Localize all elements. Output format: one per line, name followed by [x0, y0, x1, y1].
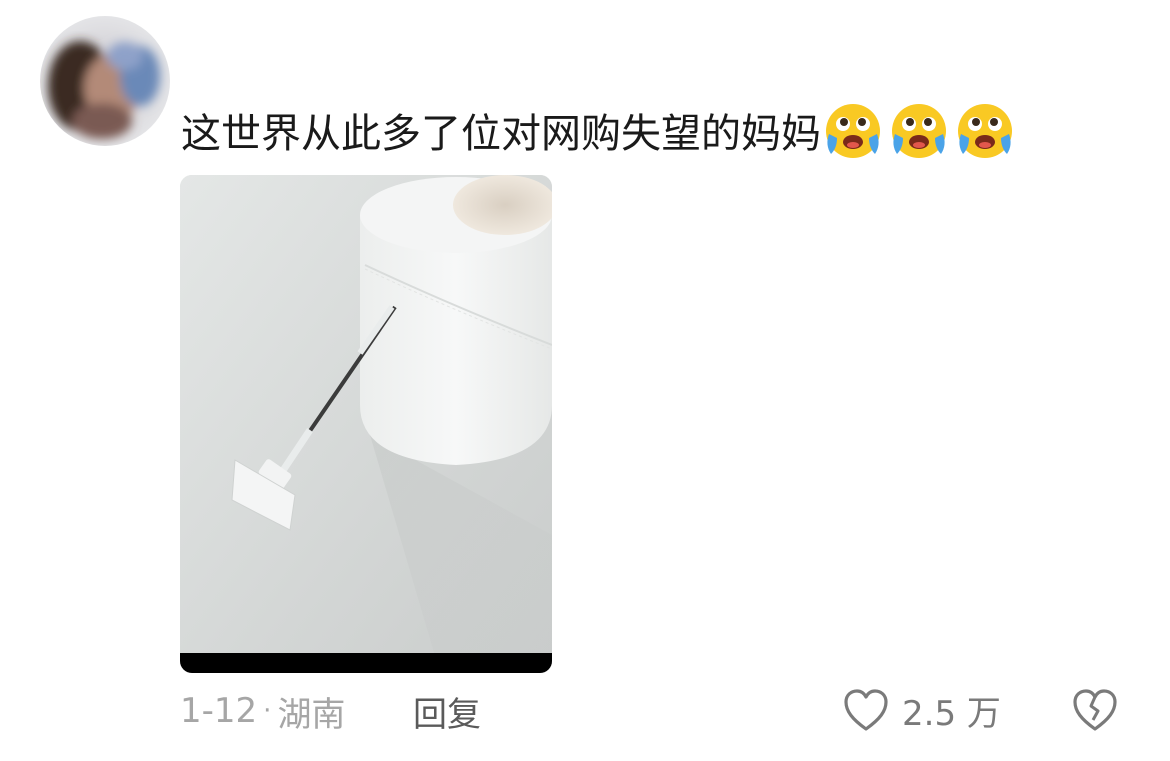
comment-photo[interactable]	[180, 175, 552, 673]
reply-button[interactable]: 回复	[413, 686, 481, 736]
user-avatar[interactable]	[40, 16, 170, 146]
like-count: 2.5 万	[902, 693, 1001, 734]
avatar-image	[40, 16, 170, 146]
dislike-button[interactable]	[1070, 684, 1120, 734]
crying-face-icon	[889, 100, 949, 160]
reply-label: 回复	[413, 694, 481, 735]
meta-separator: ·	[263, 696, 272, 726]
crying-face-icon	[955, 100, 1015, 160]
comment-text: 这世界从此多了位对网购失望的妈妈	[181, 111, 821, 157]
toilet-paper-mop-image	[180, 175, 552, 673]
like-button[interactable]: 2.5 万	[842, 684, 1001, 736]
comment-date: 1-12	[180, 691, 258, 731]
heart-icon	[844, 689, 888, 731]
comment-content: 这世界从此多了位对网购失望的妈妈	[181, 100, 1015, 160]
emoji-group	[823, 100, 1015, 160]
crying-face-icon	[823, 100, 883, 160]
comment-location: 湖南	[277, 694, 346, 735]
broken-heart-icon	[1073, 689, 1117, 731]
comment-meta: 1-12 · 湖南	[180, 686, 345, 736]
